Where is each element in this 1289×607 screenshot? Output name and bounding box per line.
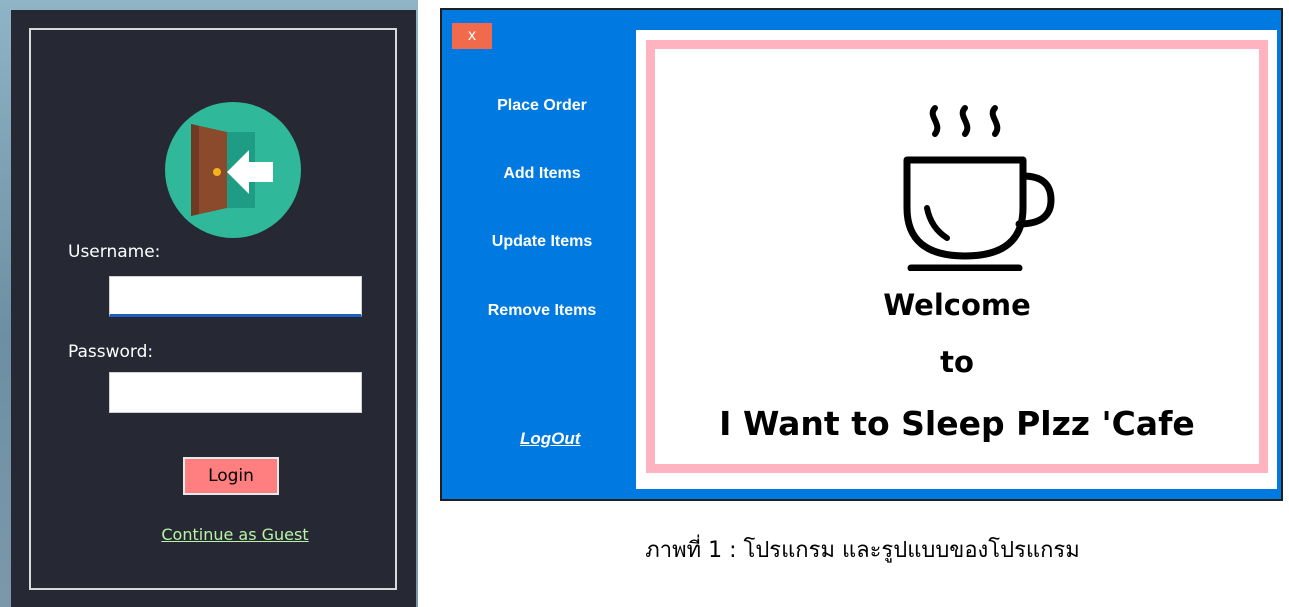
username-input[interactable]: [109, 276, 362, 317]
welcome-to: to: [940, 345, 974, 379]
main-window: x Place Order Add Items Update Items Rem…: [440, 8, 1283, 501]
username-label: Username:: [68, 242, 161, 262]
logout-link[interactable]: LogOut: [520, 429, 580, 449]
login-background: Username: Password: Login Continue as Gu…: [0, 0, 418, 607]
close-button[interactable]: x: [452, 23, 492, 49]
coffee-cup-icon: [891, 96, 1061, 272]
figure-caption: ภาพที่ 1 : โปรแกรม และรูปแบบของโปรแกรม: [645, 538, 1080, 563]
login-frame: Username: Password: Login Continue as Gu…: [29, 28, 397, 590]
nav-update-items[interactable]: Update Items: [452, 233, 632, 251]
continue-as-guest-link[interactable]: Continue as Guest: [147, 525, 323, 544]
nav-remove-items[interactable]: Remove Items: [452, 302, 632, 320]
door-enter-icon: [165, 102, 301, 238]
cafe-name: I Want to Sleep Plzz 'Cafe: [719, 404, 1195, 443]
welcome-frame: Welcome to I Want to Sleep Plzz 'Cafe: [646, 40, 1268, 473]
password-label: Password:: [68, 342, 154, 362]
password-input[interactable]: [109, 372, 362, 413]
nav-place-order[interactable]: Place Order: [452, 97, 632, 115]
nav-add-items[interactable]: Add Items: [452, 165, 632, 183]
welcome-title: Welcome: [883, 288, 1031, 322]
login-button[interactable]: Login: [183, 457, 279, 495]
login-panel: Username: Password: Login Continue as Gu…: [11, 10, 416, 607]
welcome-panel: Welcome to I Want to Sleep Plzz 'Cafe: [636, 30, 1277, 489]
